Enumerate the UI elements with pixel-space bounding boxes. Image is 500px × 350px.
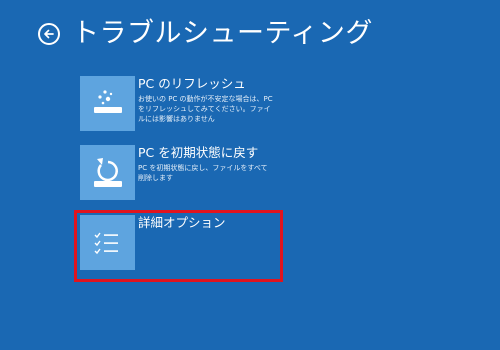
- header: トラブルシューティング: [38, 14, 373, 54]
- reset-pc-icon: [80, 145, 135, 200]
- option-description: PC を初期状態に戻し、ファイルをすべて削除します: [138, 164, 268, 182]
- page-title: トラブルシューティング: [72, 18, 373, 49]
- option-title: PC のリフレッシュ: [138, 76, 246, 91]
- refresh-pc-icon: [80, 76, 135, 131]
- back-button[interactable]: [38, 23, 60, 45]
- option-title: PC を初期状態に戻す: [138, 145, 259, 160]
- selection-highlight: [74, 210, 283, 282]
- reset-pc-option[interactable]: PC を初期状態に戻す PC を初期状態に戻し、ファイルをすべて削除します: [80, 145, 273, 200]
- back-arrow-icon: [44, 29, 54, 39]
- refresh-pc-option[interactable]: PC のリフレッシュ お使いの PC の動作が不安定な場合は、PC をリフレッシ…: [80, 76, 273, 131]
- option-description: お使いの PC の動作が不安定な場合は、PC をリフレッシュしてみてください。フ…: [138, 95, 273, 123]
